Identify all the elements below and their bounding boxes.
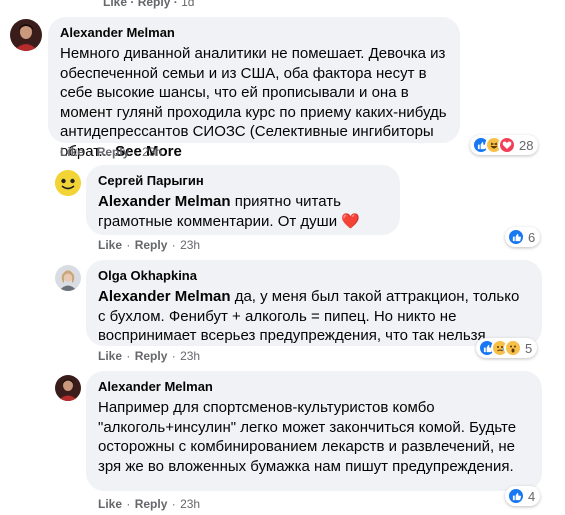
separator: · [88, 145, 93, 159]
comment-bubble: Olga Okhapkina Alexander Melman да, у ме… [86, 260, 542, 346]
like-icon [507, 228, 525, 246]
reaction-summary[interactable]: 5 [476, 338, 538, 358]
comment-bubble: Alexander Melman Немного диванной аналит… [48, 17, 460, 160]
separator: · [133, 145, 138, 159]
avatar[interactable] [10, 19, 42, 51]
previous-comment-actions: Like · Reply · 1d [103, 0, 194, 9]
comment-text: Alexander Melman приятно читать грамотны… [98, 192, 388, 231]
reaction-summary[interactable]: 4 [505, 486, 541, 506]
comment-timestamp[interactable]: 23h [180, 238, 200, 252]
comment-actions: Like · Reply · 23h [98, 349, 200, 363]
comment-author[interactable]: Olga Okhapkina [98, 267, 530, 284]
separator: · [173, 0, 178, 9]
reply-link[interactable]: Reply [138, 0, 171, 9]
separator: · [130, 0, 135, 9]
reply-link[interactable]: Reply [135, 497, 168, 511]
separator: · [171, 497, 176, 511]
reply-link[interactable]: Reply [135, 238, 168, 252]
like-link[interactable]: Like [98, 497, 122, 511]
like-link[interactable]: Like [103, 0, 127, 9]
like-link[interactable]: Like [98, 349, 122, 363]
separator: · [126, 497, 131, 511]
comment-text: Например для спортсменов-культуристов ко… [98, 399, 517, 475]
reply-link[interactable]: Reply [135, 349, 168, 363]
avatar[interactable] [55, 375, 81, 401]
separator: · [126, 238, 131, 252]
comment-author[interactable]: Alexander Melman [60, 24, 448, 41]
reaction-count: 5 [525, 340, 533, 356]
reaction-summary[interactable]: 28 [470, 135, 539, 155]
comment-actions: Like · Reply · 23h [60, 145, 162, 159]
separator: · [171, 349, 176, 363]
comment-author[interactable]: Alexander Melman [98, 378, 530, 395]
avatar[interactable] [55, 265, 81, 291]
comment-timestamp[interactable]: 23h [180, 349, 200, 363]
comment-actions: Like · Reply · 23h [98, 497, 200, 511]
separator: · [171, 238, 176, 252]
comment-text: Alexander Melman да, у меня был такой ат… [98, 287, 530, 346]
reaction-count: 6 [528, 229, 536, 245]
reply-link[interactable]: Reply [97, 145, 130, 159]
avatar[interactable] [55, 170, 81, 196]
mention-link[interactable]: Alexander Melman [98, 193, 231, 210]
reaction-summary[interactable]: 6 [505, 227, 541, 247]
like-link[interactable]: Like [98, 238, 122, 252]
comment-bubble: Alexander Melman Например для спортсмено… [86, 371, 542, 491]
comment-timestamp[interactable]: 23h [142, 145, 162, 159]
comment-bubble: Сергей Парыгин Alexander Melman приятно … [86, 165, 400, 235]
comment-timestamp[interactable]: 1d [181, 0, 194, 9]
mention-link[interactable]: Alexander Melman [98, 288, 231, 305]
comment-author[interactable]: Сергей Парыгин [98, 172, 388, 189]
wow-icon [504, 339, 522, 357]
love-icon [498, 136, 516, 154]
reaction-count: 28 [519, 137, 534, 153]
like-icon [507, 487, 525, 505]
comment-timestamp[interactable]: 23h [180, 497, 200, 511]
like-link[interactable]: Like [60, 145, 84, 159]
comment-text: Немного диванной аналитики не помешает. … [60, 44, 448, 161]
reaction-count: 4 [528, 488, 536, 504]
comment-actions: Like · Reply · 23h [98, 238, 200, 252]
separator: · [126, 349, 131, 363]
